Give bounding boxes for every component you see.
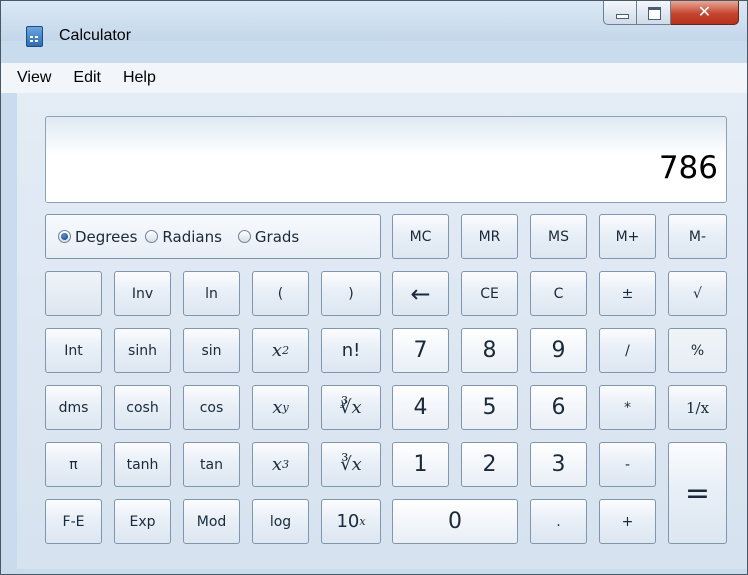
ten-base: 10: [336, 511, 360, 532]
close-icon: ✕: [697, 2, 712, 21]
digit-7-button[interactable]: 7: [392, 328, 449, 373]
x-base: x: [271, 340, 283, 361]
sinh-button[interactable]: sinh: [114, 328, 171, 373]
digit-1-button[interactable]: 1: [392, 442, 449, 487]
power-exponent: y: [282, 401, 289, 414]
plus-minus-button[interactable]: ±: [599, 271, 656, 316]
c-button[interactable]: C: [530, 271, 587, 316]
y-root-x-button[interactable]: y ∛x: [321, 385, 381, 430]
result-display: 786: [45, 116, 727, 203]
digit-5-button[interactable]: 5: [461, 385, 518, 430]
angle-unit-group: Degrees Radians Grads: [45, 214, 381, 259]
calculator-icon: [26, 26, 43, 47]
mc-button[interactable]: MC: [392, 214, 449, 259]
cube-exponent: 3: [282, 458, 290, 471]
m-minus-button[interactable]: M-: [668, 214, 727, 259]
digit-8-button[interactable]: 8: [461, 328, 518, 373]
factorial-button[interactable]: n!: [321, 328, 381, 373]
int-button[interactable]: Int: [45, 328, 102, 373]
reciprocal-button[interactable]: 1/x: [668, 385, 727, 430]
cos-button[interactable]: cos: [183, 385, 240, 430]
tan-button[interactable]: tan: [183, 442, 240, 487]
window-controls: ✕: [603, 1, 739, 25]
digit-4-button[interactable]: 4: [392, 385, 449, 430]
divide-button[interactable]: /: [599, 328, 656, 373]
decimal-button[interactable]: .: [530, 499, 587, 544]
m-plus-button[interactable]: M+: [599, 214, 656, 259]
sqrt-button[interactable]: √: [668, 271, 727, 316]
x-squared-button[interactable]: x2: [252, 328, 309, 373]
multiply-button[interactable]: *: [599, 385, 656, 430]
fe-button[interactable]: F-E: [45, 499, 102, 544]
log-button[interactable]: log: [252, 499, 309, 544]
minus-button[interactable]: -: [599, 442, 656, 487]
mr-button[interactable]: MR: [461, 214, 518, 259]
radio-selected-icon[interactable]: [58, 230, 71, 243]
ln-button[interactable]: ln: [183, 271, 240, 316]
calculator-body: 786 Degrees Radians Grads MC MR MS M+ M-…: [17, 93, 747, 569]
close-button[interactable]: ✕: [671, 1, 739, 25]
radio-radians[interactable]: Radians: [145, 228, 222, 246]
menu-help[interactable]: Help: [123, 69, 156, 87]
ce-button[interactable]: CE: [461, 271, 518, 316]
cosh-button[interactable]: cosh: [114, 385, 171, 430]
root-label: ∛x: [340, 397, 362, 418]
plus-button[interactable]: +: [599, 499, 656, 544]
x-pow-y-button[interactable]: xy: [252, 385, 309, 430]
ten-exponent: x: [359, 515, 366, 528]
title-bar[interactable]: Calculator ✕: [1, 1, 747, 47]
cube-root-button[interactable]: ∛x: [321, 442, 381, 487]
blank-button: [45, 271, 102, 316]
menu-view[interactable]: View: [17, 69, 51, 87]
digit-0-button[interactable]: 0: [392, 499, 518, 544]
calculator-window: Calculator ✕ View Edit Help 786 Degrees …: [0, 0, 748, 575]
window-title: Calculator: [59, 27, 132, 44]
pi-button[interactable]: π: [45, 442, 102, 487]
right-paren-button[interactable]: ): [321, 271, 381, 316]
left-paren-button[interactable]: (: [252, 271, 309, 316]
sin-button[interactable]: sin: [183, 328, 240, 373]
radio-degrees[interactable]: Degrees: [58, 228, 137, 246]
menu-bar: View Edit Help: [1, 63, 747, 93]
minimize-button[interactable]: [603, 1, 637, 25]
ten-pow-x-button[interactable]: 10 x: [321, 499, 381, 544]
x-cubed-button[interactable]: x3: [252, 442, 309, 487]
display-value: 786: [658, 150, 718, 186]
radio-grads[interactable]: Grads: [237, 227, 300, 246]
digit-3-button[interactable]: 3: [530, 442, 587, 487]
radio-degrees-label: Degrees: [75, 227, 138, 246]
backspace-button[interactable]: ←: [392, 271, 449, 316]
dms-button[interactable]: dms: [45, 385, 102, 430]
x-base: x: [271, 454, 283, 475]
x-base: x: [272, 397, 283, 418]
radio-unselected-icon[interactable]: [145, 230, 159, 243]
digit-6-button[interactable]: 6: [530, 385, 587, 430]
radio-grads-label: Grads: [254, 227, 300, 246]
tanh-button[interactable]: tanh: [114, 442, 171, 487]
digit-9-button[interactable]: 9: [530, 328, 587, 373]
maximize-button[interactable]: [637, 1, 671, 25]
equals-button[interactable]: =: [668, 442, 727, 544]
percent-button[interactable]: %: [668, 328, 727, 373]
radio-radians-label: Radians: [162, 227, 222, 246]
ms-button[interactable]: MS: [530, 214, 587, 259]
menu-edit[interactable]: Edit: [73, 69, 101, 87]
exp-button[interactable]: Exp: [114, 499, 171, 544]
digit-2-button[interactable]: 2: [461, 442, 518, 487]
radio-unselected-icon[interactable]: [237, 230, 251, 243]
inv-button[interactable]: Inv: [114, 271, 171, 316]
mod-button[interactable]: Mod: [183, 499, 240, 544]
minimize-icon: [616, 14, 629, 19]
square-exponent: 2: [282, 344, 290, 357]
maximize-icon: [648, 7, 661, 20]
